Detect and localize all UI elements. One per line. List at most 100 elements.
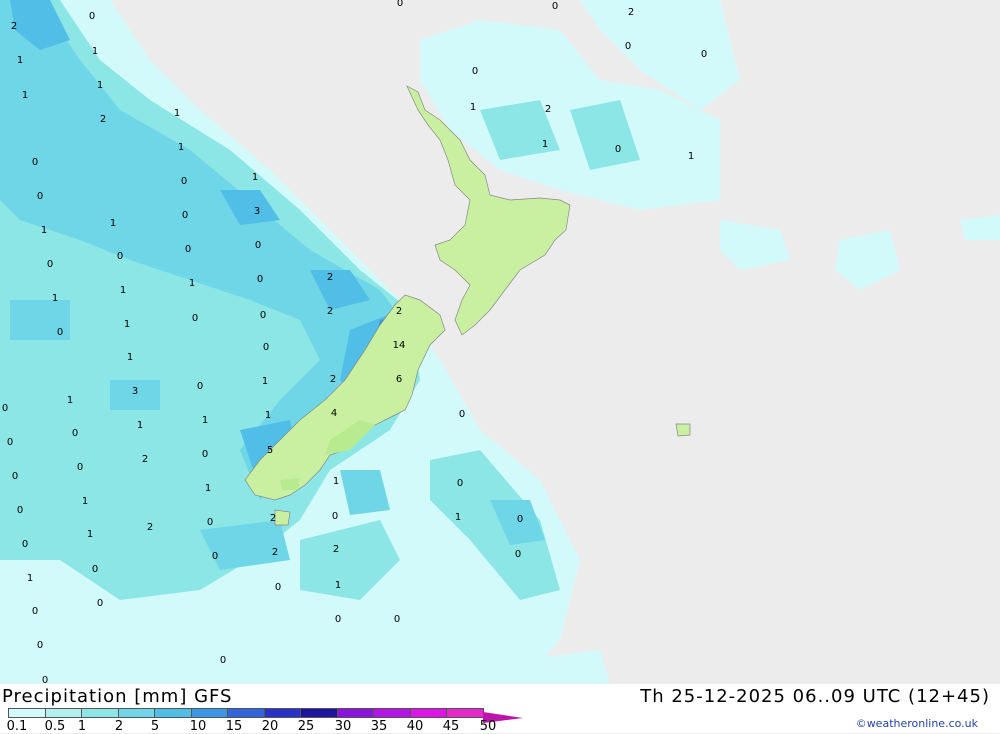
grid-value: 1: [204, 483, 212, 494]
grid-value: 2: [326, 306, 334, 317]
legend-tick-label: 25: [297, 719, 315, 734]
grid-value: 0: [91, 564, 99, 575]
grid-value: 2: [269, 513, 277, 524]
map-title: Precipitation [mm] GFS: [2, 686, 233, 707]
grid-value: 5: [266, 445, 274, 456]
grid-value: 1: [188, 278, 196, 289]
grid-value: 0: [700, 49, 708, 60]
grid-value: 1: [541, 139, 549, 150]
grid-value: 0: [201, 449, 209, 460]
grid-value: 0: [456, 478, 464, 489]
legend-swatch: [8, 708, 46, 718]
grid-value: 1: [173, 108, 181, 119]
grid-value: 0: [76, 462, 84, 473]
grid-value: 0: [16, 505, 24, 516]
grid-value: 0: [514, 549, 522, 560]
grid-value: 0: [274, 582, 282, 593]
grid-value: 3: [131, 386, 139, 397]
grid-value: 2: [146, 522, 154, 533]
grid-value: 2: [329, 374, 337, 385]
grid-value: 1: [332, 476, 340, 487]
grid-value: 1: [264, 410, 272, 421]
grid-value: 3: [253, 206, 261, 217]
grid-value: 0: [196, 381, 204, 392]
legend-tick-label: 40: [406, 719, 424, 734]
grid-value: 1: [66, 395, 74, 406]
grid-value: 2: [332, 544, 340, 555]
grid-value: 1: [454, 512, 462, 523]
legend-swatch: [446, 708, 484, 718]
grid-value: 2: [395, 306, 403, 317]
grid-value: 0: [393, 614, 401, 625]
grid-value: 0: [331, 511, 339, 522]
grid-value: 0: [1, 403, 9, 414]
grid-value: 0: [96, 598, 104, 609]
grid-value: 1: [26, 573, 34, 584]
grid-value: 1: [126, 352, 134, 363]
legend-tick-label: 30: [334, 719, 352, 734]
legend-swatch: [81, 708, 119, 718]
grid-value: 0: [191, 313, 199, 324]
grid-value: 0: [36, 191, 44, 202]
grid-value: 1: [86, 529, 94, 540]
legend-tick-label: 20: [261, 719, 279, 734]
grid-value: 0: [259, 310, 267, 321]
grid-value: 0: [31, 157, 39, 168]
credit-link[interactable]: ©weatheronline.co.uk: [856, 717, 978, 730]
legend-tick-label: 15: [225, 719, 243, 734]
grid-value: 0: [184, 244, 192, 255]
legend-swatch: [44, 708, 82, 718]
grid-value: 0: [181, 210, 189, 221]
grid-value: 1: [261, 376, 269, 387]
grid-value: 1: [123, 319, 131, 330]
legend-tick-label: 10: [189, 719, 207, 734]
grid-value: 1: [201, 415, 209, 426]
grid-value: 0: [36, 640, 44, 651]
grid-value: 0: [88, 11, 96, 22]
legend-swatch: [263, 708, 301, 718]
grid-value: 2: [627, 7, 635, 18]
legend-tick-label: 2: [114, 719, 124, 734]
grid-value: 1: [91, 46, 99, 57]
grid-value: 1: [96, 80, 104, 91]
legend-swatch: [227, 708, 265, 718]
legend-swatch: [190, 708, 228, 718]
legend-swatch: [117, 708, 155, 718]
grid-value: 0: [471, 66, 479, 77]
grid-value: 1: [469, 102, 477, 113]
grid-value: 2: [10, 21, 18, 32]
grid-value: 0: [31, 606, 39, 617]
grid-value: 0: [21, 539, 29, 550]
grid-value: 1: [119, 285, 127, 296]
grid-value: 0: [516, 514, 524, 525]
grid-value: 2: [99, 114, 107, 125]
grid-value: 4: [330, 408, 338, 419]
grid-value: 1: [109, 218, 117, 229]
grid-value: 1: [16, 55, 24, 66]
legend-tick-label: 0.5: [44, 719, 66, 734]
grid-value: 0: [211, 551, 219, 562]
legend-tick-label: 5: [150, 719, 160, 734]
legend-swatch: [482, 708, 523, 723]
grid-value: 0: [46, 259, 54, 270]
legend-tick-label: 45: [442, 719, 460, 734]
grid-value: 0: [56, 327, 64, 338]
grid-value: 0: [256, 274, 264, 285]
grid-value: 1: [334, 580, 342, 591]
grid-value: 0: [71, 428, 79, 439]
grid-value: 0: [180, 176, 188, 187]
grid-value: 0: [6, 437, 14, 448]
legend-tick-label: 0.1: [6, 719, 28, 734]
grid-value: 0: [11, 471, 19, 482]
grid-value: 2: [141, 454, 149, 465]
grid-value: 1: [136, 420, 144, 431]
grid-value: 1: [40, 225, 48, 236]
grid-value: 2: [326, 272, 334, 283]
map-canvas: [0, 0, 1000, 684]
grid-value: 14: [392, 340, 406, 351]
precipitation-map: 0 2 1 1 1 1 2 1 1 0 0 0 0 1 1 1 3 0 0 0 0 1 1 0 2 2 1 0 0 0 1 0 14 6 2 2 1 1 1…: [0, 0, 1000, 684]
grid-value: 1: [687, 151, 695, 162]
grid-value: 0: [41, 675, 49, 685]
legend-swatch: [409, 708, 447, 718]
grid-value: 0: [396, 0, 404, 9]
